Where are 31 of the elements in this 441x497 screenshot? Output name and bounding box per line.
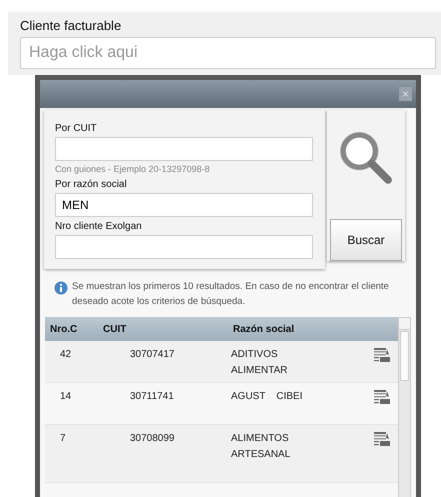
- select-icon[interactable]: [373, 389, 391, 407]
- input-field[interactable]: Haga click aqui: [20, 37, 436, 69]
- table-cell-text: 14: [59, 390, 72, 404]
- column-header: CUIT: [103, 322, 128, 336]
- table-row[interactable]: 42 30707417 ADITIVOS ALIMENTAR: [45, 341, 398, 383]
- field-label: Por razón social: [55, 179, 127, 191]
- search-icon: [337, 130, 395, 186]
- input-field[interactable]: MEN: [55, 193, 313, 217]
- select-icon[interactable]: [373, 431, 391, 449]
- field-label: Por CUIT: [55, 123, 97, 135]
- table-cell-text: 30707417: [129, 348, 176, 362]
- table-cell-text: 30711741: [129, 390, 175, 404]
- input-field[interactable]: [55, 235, 313, 259]
- input-field[interactable]: [55, 137, 313, 161]
- column-header: Razón social: [233, 322, 294, 336]
- select-icon[interactable]: [373, 347, 391, 365]
- table-cell-text: 42: [59, 348, 72, 362]
- scrollbar[interactable]: [398, 317, 411, 497]
- table-row[interactable]: 7 30708099 ALIMENTOS ARTESANAL: [45, 425, 398, 483]
- table-cell-text: 7: [59, 432, 67, 446]
- info-icon: [54, 281, 68, 295]
- search-button[interactable]: Buscar: [330, 218, 402, 261]
- table-cell-text: 30708099: [129, 432, 176, 446]
- table-cell-text: ALIMENTOS ARTESANAL: [231, 432, 292, 462]
- table-cell-text: ADITIVOS ALIMENTAR: [231, 348, 288, 378]
- info-text: Se muestran los primeros 10 resultados. En caso de no encontrar el cliente deseado acote los criterios de búsqueda.: [72, 280, 390, 309]
- field-label: Cliente facturable: [20, 18, 122, 34]
- hint-text: Con guiones - Ejemplo 20-13297098-8: [55, 164, 210, 175]
- table-cell-text: AGUST CIBEI: [231, 390, 304, 404]
- field-label: Nro cliente Exolgan: [55, 221, 142, 233]
- column-header: Nro.C: [49, 322, 78, 336]
